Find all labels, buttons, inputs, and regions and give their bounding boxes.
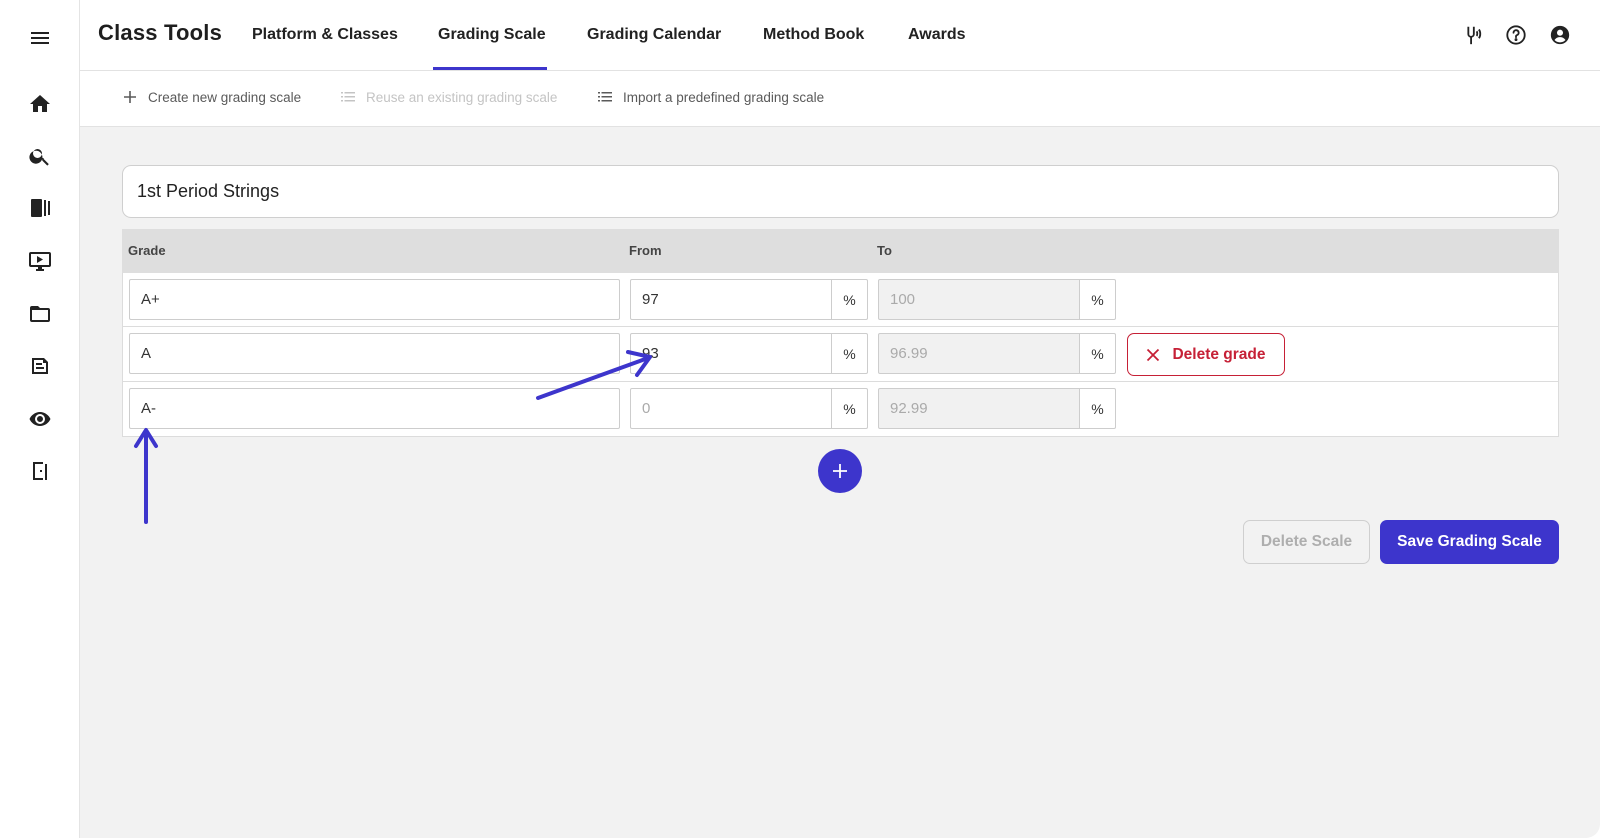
left-rail [0, 0, 80, 838]
from-column-header: From [629, 243, 662, 258]
grade-column-header: Grade [128, 243, 166, 258]
grade-to-input [878, 388, 1080, 429]
menu-icon[interactable] [26, 24, 54, 52]
tab-platform-classes[interactable]: Platform & Classes [252, 26, 398, 44]
exit-icon[interactable] [26, 457, 54, 485]
percent-suffix: % [831, 388, 868, 429]
delete-scale-button[interactable]: Delete Scale [1243, 520, 1370, 564]
reuse-scale-label: Reuse an existing grading scale [366, 89, 558, 105]
delete-grade-button[interactable]: Delete grade [1127, 333, 1285, 376]
grade-from-input[interactable] [630, 333, 832, 374]
grade-from-input[interactable] [630, 279, 832, 320]
top-header: Class Tools Platform & Classes Grading S… [80, 0, 1600, 71]
tab-grading-scale[interactable]: Grading Scale [438, 26, 546, 44]
percent-suffix: % [831, 279, 868, 320]
help-icon[interactable] [1503, 22, 1529, 48]
app-window: Class Tools Platform & Classes Grading S… [0, 0, 1600, 838]
view-icon[interactable] [26, 405, 54, 433]
active-tab-indicator [433, 67, 547, 70]
table-row: % % [122, 273, 1559, 327]
table-header: Grade From To [122, 229, 1559, 273]
to-column-header: To [877, 243, 892, 258]
app-title: Class Tools [98, 20, 223, 45]
import-scale-label: Import a predefined grading scale [623, 89, 825, 105]
save-grading-scale-button[interactable]: Save Grading Scale [1380, 520, 1559, 564]
add-grade-button[interactable] [818, 449, 862, 493]
scale-name-input[interactable] [122, 165, 1559, 218]
reuse-scale-action[interactable]: Reuse an existing grading scale [340, 89, 557, 105]
tuning-fork-icon[interactable] [1459, 22, 1485, 48]
percent-suffix: % [1079, 279, 1116, 320]
account-icon[interactable] [1547, 22, 1573, 48]
create-scale-action[interactable]: Create new grading scale [122, 89, 301, 105]
percent-suffix: % [831, 333, 868, 374]
table-row: % % Delete grade [122, 327, 1559, 382]
list-icon [598, 92, 612, 102]
delete-grade-label: Delete grade [1172, 345, 1266, 363]
import-scale-action[interactable]: Import a predefined grading scale [597, 89, 824, 105]
grade-to-input [878, 279, 1080, 320]
main-content: Grade From To % % % % Delete grade [80, 127, 1600, 838]
grade-to-input [878, 333, 1080, 374]
tab-grading-calendar[interactable]: Grading Calendar [587, 26, 721, 44]
grade-from-input[interactable] [630, 388, 832, 429]
search-icon[interactable] [26, 142, 54, 170]
percent-suffix: % [1079, 388, 1116, 429]
home-icon[interactable] [26, 90, 54, 118]
grade-name-input[interactable] [129, 333, 620, 374]
grading-table: Grade From To % % % % Delete grade [122, 229, 1559, 437]
create-scale-label: Create new grading scale [148, 89, 302, 105]
close-icon [1147, 348, 1160, 361]
list-icon [341, 92, 355, 102]
table-row: % % [122, 382, 1559, 437]
plus-icon [124, 91, 136, 103]
tab-method-book[interactable]: Method Book [763, 26, 864, 44]
assignment-icon[interactable] [26, 352, 54, 380]
video-icon[interactable] [26, 247, 54, 275]
grade-name-input[interactable] [129, 279, 620, 320]
folder-icon[interactable] [26, 300, 54, 328]
tab-awards[interactable]: Awards [908, 26, 966, 44]
percent-suffix: % [1079, 333, 1116, 374]
plus-icon [833, 464, 847, 478]
action-bar: Create new grading scale Reuse an existi… [80, 71, 1600, 127]
library-icon[interactable] [26, 194, 54, 222]
grade-name-input[interactable] [129, 388, 620, 429]
